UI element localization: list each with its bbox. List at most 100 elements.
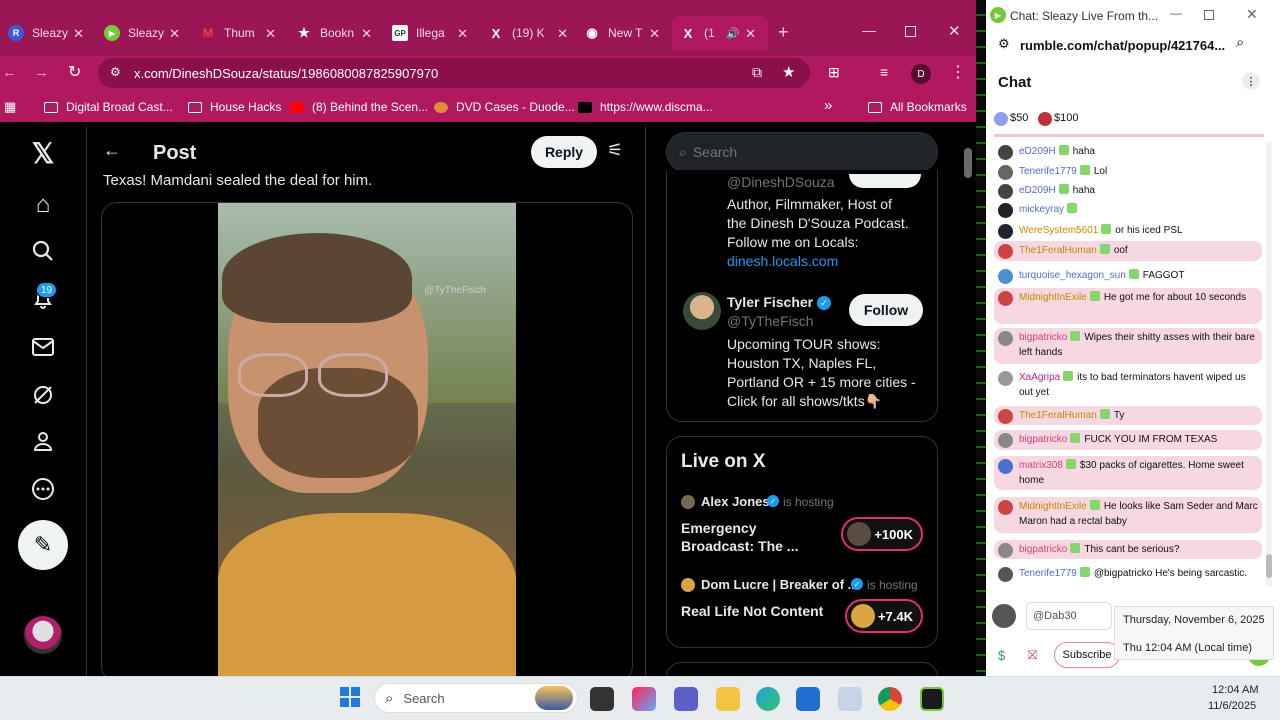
chat-username[interactable]: WereSystem5601 <box>1019 225 1098 236</box>
grok-icon[interactable] <box>30 382 56 408</box>
live-listeners-pill[interactable]: +7.4K <box>845 599 923 633</box>
chat-username[interactable]: bigpatricko <box>1019 544 1067 555</box>
maximize-icon[interactable] <box>1204 10 1214 20</box>
tab-6[interactable]: ◉ New T ✕ <box>576 16 668 50</box>
more-bookmarks-icon[interactable]: » <box>824 97 832 114</box>
chat-username[interactable]: bigpatricko <box>1019 332 1067 343</box>
store-icon[interactable] <box>796 687 820 711</box>
close-tab-icon[interactable]: ✕ <box>457 26 468 42</box>
more-circle-icon[interactable] <box>30 476 56 502</box>
close-tab-icon[interactable]: ✕ <box>649 26 660 42</box>
chat-username[interactable]: The1FeralHuman <box>1019 410 1097 421</box>
tab-0[interactable]: R Sleazy ✕ <box>0 16 92 50</box>
reload-icon[interactable]: ↻ <box>68 62 81 82</box>
chat-user-avatar[interactable] <box>998 371 1013 386</box>
tab-3[interactable]: ★ Bookn ✕ <box>288 16 380 50</box>
media-controls-icon[interactable]: ≡ <box>880 64 888 80</box>
forward-icon[interactable]: → <box>34 64 49 81</box>
chat-user-avatar[interactable] <box>998 543 1013 558</box>
close-tab-icon[interactable]: ✕ <box>265 26 276 42</box>
bookmark-item[interactable]: DVD Cases - Duode... <box>434 100 575 114</box>
account-avatar[interactable] <box>24 616 62 654</box>
chat-user-avatar[interactable] <box>998 409 1013 424</box>
profile-avatar[interactable]: D <box>911 64 931 84</box>
live-space-title[interactable]: Emergency Broadcast: The ... <box>681 519 811 555</box>
chat-user-avatar[interactable] <box>998 224 1013 239</box>
close-tab-icon[interactable]: ✕ <box>361 26 372 42</box>
chat-user-avatar[interactable] <box>998 459 1013 474</box>
install-app-icon[interactable]: ⧉ <box>752 64 762 81</box>
chrome-menu-icon[interactable]: ⋮ <box>950 62 966 82</box>
chat-user-avatar[interactable] <box>998 184 1013 199</box>
chat-username[interactable]: turquoise_hexagon_sun <box>1019 270 1126 281</box>
teams-icon[interactable] <box>674 687 698 711</box>
chrome-taskbar-icon[interactable] <box>878 687 902 711</box>
gift-icon[interactable]: ⛝ <box>1028 648 1037 663</box>
site-settings-icon[interactable]: ⚙ <box>110 65 121 79</box>
chat-user-avatar[interactable] <box>998 433 1013 448</box>
live-space-title[interactable]: Real Life Not Content <box>681 603 823 619</box>
live-host-name[interactable]: Dom Lucre | Breaker of ... <box>701 577 859 592</box>
app-icon[interactable] <box>838 687 862 711</box>
chat-username[interactable]: Tenerife1779 <box>1019 568 1077 579</box>
bookmark-item[interactable]: (8) Behind the Scen... <box>290 100 428 114</box>
tab-search-icon[interactable]: ⊞ <box>828 64 840 81</box>
home-icon[interactable]: ⌂ <box>30 191 56 218</box>
taskbar-clock-time[interactable]: 12:04 AM <box>1212 684 1258 696</box>
chat-username[interactable]: Tenerife1779 <box>1019 166 1077 177</box>
new-tab-plus-icon[interactable]: + <box>778 22 789 43</box>
profile-person-icon[interactable] <box>30 428 56 454</box>
chat-user-avatar[interactable] <box>998 244 1013 259</box>
apps-grid-icon[interactable]: ▦ <box>4 99 16 115</box>
minimize-icon[interactable]: — <box>862 22 876 38</box>
page-scrollbar[interactable] <box>964 148 972 178</box>
live-host-name[interactable]: Alex Jones <box>701 494 770 509</box>
windows-start-icon[interactable] <box>340 687 360 707</box>
window-close-icon[interactable]: ✕ <box>948 22 961 40</box>
chat-user-avatar[interactable] <box>998 567 1013 582</box>
speaker-icon[interactable]: 🔊 <box>726 27 740 40</box>
reply-button[interactable]: Reply <box>531 136 597 168</box>
copilot-icon[interactable] <box>632 687 656 711</box>
tab-5[interactable]: X (19) K ✕ <box>480 16 576 50</box>
tab-active[interactable]: X (1 🔊 ✕ <box>672 16 768 50</box>
chat-user-avatar[interactable] <box>998 269 1013 284</box>
chat-scrollbar-thumb[interactable] <box>1266 554 1272 578</box>
rant-amount[interactable]: $100 <box>1054 112 1078 124</box>
tyler-name[interactable]: Tyler Fischer <box>727 294 813 310</box>
chat-username[interactable]: MidnightInExile <box>1019 292 1087 303</box>
minimize-icon[interactable]: — <box>1170 6 1182 20</box>
subscribe-button[interactable]: Subscribe <box>1054 642 1120 668</box>
reply-settings-icon[interactable]: ⚟ <box>607 140 623 161</box>
chat-user-avatar[interactable] <box>998 331 1013 346</box>
chat-username[interactable]: XaAgripa <box>1019 372 1060 383</box>
close-tab-icon[interactable]: ✕ <box>73 26 84 42</box>
chat-user-avatar[interactable] <box>998 291 1013 306</box>
bookmark-item[interactable]: House Hacks <box>188 100 281 114</box>
search-icon[interactable] <box>30 238 56 264</box>
chat-message-input[interactable]: @Dab30 <box>1026 602 1112 630</box>
chat-username[interactable]: The1FeralHuman <box>1019 245 1097 256</box>
search-input[interactable]: ⌕ Search <box>666 132 938 172</box>
site-info-icon[interactable]: ⚙ <box>998 36 1010 52</box>
chat-username[interactable]: mickeyray <box>1019 204 1064 215</box>
tyler-avatar[interactable] <box>683 292 721 330</box>
profile-link[interactable]: dinesh.locals.com <box>727 253 838 269</box>
taskbar-clock-date[interactable]: 11/6/2025 <box>1208 700 1256 712</box>
close-tab-icon[interactable]: ✕ <box>169 26 180 42</box>
tab-2[interactable]: M Thum ✕ <box>192 16 284 50</box>
chat-user-avatar[interactable] <box>998 500 1013 515</box>
video-player[interactable]: @TyTheFisch <box>101 202 633 676</box>
chat-username[interactable]: eD209H <box>1019 185 1056 196</box>
maximize-icon[interactable] <box>905 26 916 37</box>
live-listeners-pill[interactable]: +100K <box>841 517 923 551</box>
close-tab-icon[interactable]: ✕ <box>745 26 756 42</box>
tab-4[interactable]: GP Illega ✕ <box>384 16 476 50</box>
chat-username[interactable]: bigpatricko <box>1019 434 1067 445</box>
omnibox[interactable]: ⚙ x.com/DineshDSouza/status/198608008782… <box>98 58 810 88</box>
bookmark-item[interactable]: Digital Broad Cast... <box>44 100 173 114</box>
close-tab-icon[interactable]: ✕ <box>557 26 568 42</box>
compose-post-button[interactable]: ✎ <box>18 520 68 570</box>
chat-scroll-track[interactable] <box>1266 142 1272 586</box>
back-icon[interactable]: ← <box>2 64 17 81</box>
